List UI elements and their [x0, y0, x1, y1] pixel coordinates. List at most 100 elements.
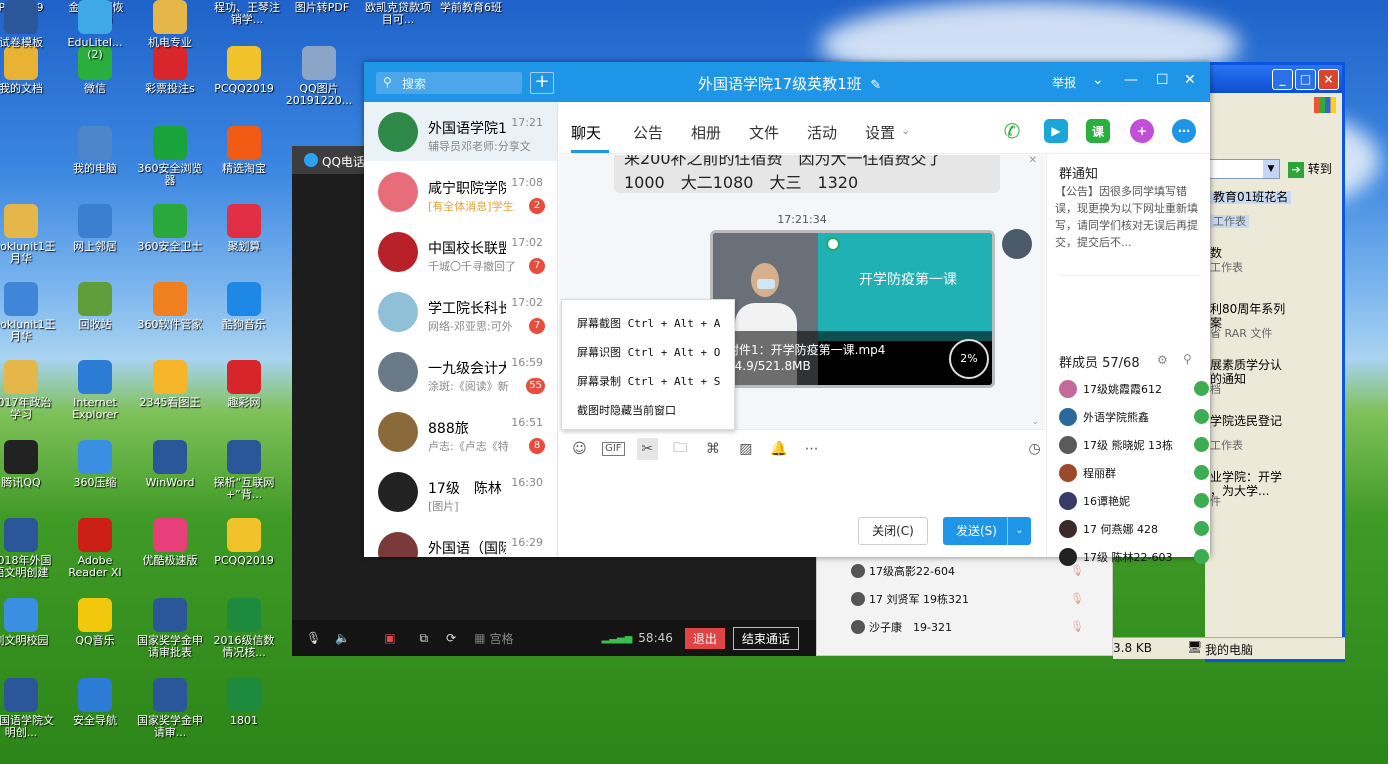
member-row[interactable]: 16谭艳妮 — [1059, 487, 1209, 515]
maximize-icon[interactable]: ☐ — [1156, 72, 1169, 88]
file-list-item[interactable]: 利80周年系列 — [1210, 303, 1285, 316]
conversation-item[interactable]: 学工院长科长 网络-邓亚思:可外 17:02 7 — [364, 282, 557, 342]
report-link[interactable]: 举报 — [1052, 74, 1076, 91]
desktop-icon[interactable]: 腾讯QQ — [0, 440, 56, 489]
folder-icon[interactable]: 🗀 — [670, 438, 691, 460]
add-app-icon[interactable]: + — [1130, 119, 1154, 143]
desktop-icon[interactable]: PCQQ2019 — [209, 518, 279, 567]
desktop-icon[interactable]: 1801 — [209, 678, 279, 727]
file-list-item[interactable]: 展素质学分认 — [1210, 359, 1282, 372]
microphone-icon[interactable]: 🎙 — [306, 631, 321, 645]
member-row[interactable]: 外语学院熊鑫 — [1059, 403, 1209, 431]
member-row[interactable]: 17 何燕娜 428 — [1059, 515, 1209, 543]
desktop-icon[interactable]: 360安全浏览器 — [135, 126, 205, 187]
close-icon[interactable]: ✕ — [1029, 155, 1037, 166]
conversation-item[interactable]: 外国语学院17 辅导员邓老师:分享文 17:21 — [364, 102, 557, 162]
desktop-icon[interactable]: QQ音乐 — [60, 598, 130, 647]
desktop-top-label[interactable]: 图片转PDF — [290, 2, 354, 14]
emoji-icon[interactable]: ☺ — [569, 438, 590, 460]
tab-2[interactable]: 相册 — [691, 122, 721, 143]
member-row[interactable]: 17级姚霞霞612 — [1059, 375, 1209, 403]
desktop-icon[interactable]: 2345看图王 — [135, 360, 205, 409]
file-list-item[interactable]: 业学院：开学 — [1210, 471, 1282, 484]
call-member-row[interactable]: 17 刘贤军 19栋321 🎙 — [817, 585, 1112, 613]
notice-body[interactable]: 【公告】因很多同学填写错误，现更换为以下网址重新填写，请同学们核对无误后再提交，… — [1055, 183, 1201, 271]
desktop-icon[interactable]: 外国语学院文明创... — [0, 678, 56, 739]
tab-0[interactable]: 聊天 — [571, 122, 601, 143]
desktop-icon[interactable]: 360安全卫士 — [135, 204, 205, 253]
tab-4[interactable]: 活动 — [807, 122, 837, 143]
broadcast-icon[interactable]: ⟳ — [446, 631, 456, 645]
desktop-icon[interactable]: PCQQ2019 — [209, 46, 279, 95]
tab-5[interactable]: 设置 — [865, 122, 895, 143]
minimize-icon[interactable]: _ — [1272, 68, 1293, 90]
address-field[interactable]: ▼ — [1205, 159, 1280, 179]
file-list-item[interactable]: 件 — [1210, 495, 1221, 508]
video-icon[interactable]: ▶ — [1044, 119, 1068, 143]
file-list-item[interactable]: 学院选民登记 — [1210, 415, 1282, 428]
go-button[interactable]: ➔ 转到 — [1288, 159, 1338, 179]
members-settings-icon[interactable]: ⚙ — [1157, 353, 1168, 367]
desktop-icon[interactable]: 安全导航 — [60, 678, 130, 727]
bell-icon[interactable]: 🔔 — [768, 438, 789, 460]
desktop-icon[interactable]: booklunit1王月华 — [0, 204, 56, 265]
desktop-icon[interactable]: Adobe Reader XI — [60, 518, 130, 579]
download-progress[interactable]: 2% — [949, 339, 989, 379]
clock-icon[interactable]: ◷ — [1024, 438, 1045, 460]
desktop-icon[interactable]: 创文明校园 — [0, 598, 56, 647]
conversation-list[interactable]: 外国语学院17 辅导员邓老师:分享文 17:21 咸宁职院学院 [有全体消息]学生 17:… — [364, 102, 558, 557]
desktop-icon[interactable]: 2017年政治学习 — [0, 360, 56, 421]
more-icon[interactable]: ⋯ — [1172, 119, 1196, 143]
desktop-top-label[interactable]: 欧凯克贷款项目可... — [364, 2, 432, 26]
screenshot-menu-item[interactable]: 屏幕截图 Ctrl + Alt + A — [562, 300, 734, 330]
close-icon[interactable]: ✕ — [1184, 72, 1196, 88]
exit-button[interactable]: 退出 — [684, 627, 725, 649]
screenshot-menu[interactable]: 屏幕截图 Ctrl + Alt + A 屏幕识图 Ctrl + Alt + O 屏幕… — [561, 299, 735, 430]
edit-icon[interactable]: ✎ — [870, 78, 881, 93]
notice-title[interactable]: 群通知 — [1059, 163, 1098, 182]
search-input[interactable]: ⚲ 搜索 — [376, 72, 522, 94]
desktop-icon[interactable]: 2018年外国语文明创建 — [0, 518, 56, 579]
desktop-icon[interactable]: 趣彩网 — [209, 360, 279, 409]
desktop-icon[interactable]: 回收站 — [60, 282, 130, 331]
desktop-icon[interactable]: 360压缩 — [60, 440, 130, 489]
conversation-item[interactable]: 中国校长联盟 千城〇千寻撤回了 17:02 7 — [364, 222, 557, 282]
close-button[interactable]: 关闭(C) — [858, 517, 928, 545]
screenshot-menu-item[interactable]: 截图时隐藏当前窗口 — [562, 387, 734, 417]
desktop-icon[interactable]: 彩票投注s — [135, 46, 205, 95]
desktop-icon[interactable]: 机电专业 — [135, 0, 205, 49]
screenshot-menu-item[interactable]: 屏幕录制 Ctrl + Alt + S — [562, 358, 734, 388]
conversation-item[interactable]: 17级 陈林 [图片] 16:30 — [364, 462, 557, 522]
image-icon[interactable]: ▨ — [735, 438, 756, 460]
screenshot-menu-item[interactable]: 屏幕识图 Ctrl + Alt + O — [562, 329, 734, 359]
conversation-item[interactable]: 一九级会计大 涂斑:《阅读》新 16:59 55 — [364, 342, 557, 402]
grid-icon[interactable]: ▦ — [474, 631, 485, 645]
phone-icon[interactable]: ✆ — [1000, 119, 1024, 143]
maximize-icon[interactable]: □ — [1295, 68, 1316, 90]
desktop-icon[interactable]: EduLiteI... (2) — [60, 0, 130, 61]
qq-chat-window[interactable]: ⚲ 搜索 + 外国语学院17级英教1班 ✎ 举报 ⌄ — ☐ ✕ 外国语学院17… — [364, 62, 1210, 566]
member-row[interactable]: 程丽群 — [1059, 459, 1209, 487]
member-row[interactable]: 17级 熊晓妮 13栋 — [1059, 431, 1209, 459]
scissors-icon[interactable]: ✂ — [636, 437, 658, 460]
add-button[interactable]: + — [530, 72, 554, 94]
file-list-item[interactable]: 档 — [1210, 383, 1221, 396]
desktop-icon[interactable]: 聚划算 — [209, 204, 279, 253]
chevron-down-icon[interactable]: ⌄ — [901, 124, 910, 137]
video-attachment[interactable]: 开学防疫第一课 附件1：开学防疫第一课.mp4 14.9/521.8MB 2% — [710, 230, 995, 388]
desktop-icon[interactable]: 优酷极速版 — [135, 518, 205, 567]
tab-3[interactable]: 文件 — [749, 122, 779, 143]
desktop-icon[interactable]: WinWord — [135, 440, 205, 489]
grid-label[interactable]: 宫格 — [490, 630, 514, 647]
file-list-item[interactable]: 数 — [1210, 247, 1222, 260]
classroom-icon[interactable]: 课 — [1086, 119, 1110, 143]
send-button[interactable]: 发送(S) ⌄ — [943, 517, 1031, 545]
camera-off-icon[interactable]: ▣ — [384, 631, 395, 645]
file-list-item[interactable]: 教育01班花名 — [1210, 191, 1292, 204]
desktop-icon[interactable]: 酷狗音乐 — [209, 282, 279, 331]
file-list-item[interactable]: 工作表 — [1210, 439, 1243, 452]
desktop-icon[interactable]: Internet Explorer — [60, 360, 130, 421]
chevron-down-icon[interactable]: ▼ — [1263, 160, 1279, 178]
chevron-down-icon[interactable]: ⌄ — [1007, 517, 1031, 545]
desktop-icon[interactable]: 我的文档 — [0, 46, 56, 95]
